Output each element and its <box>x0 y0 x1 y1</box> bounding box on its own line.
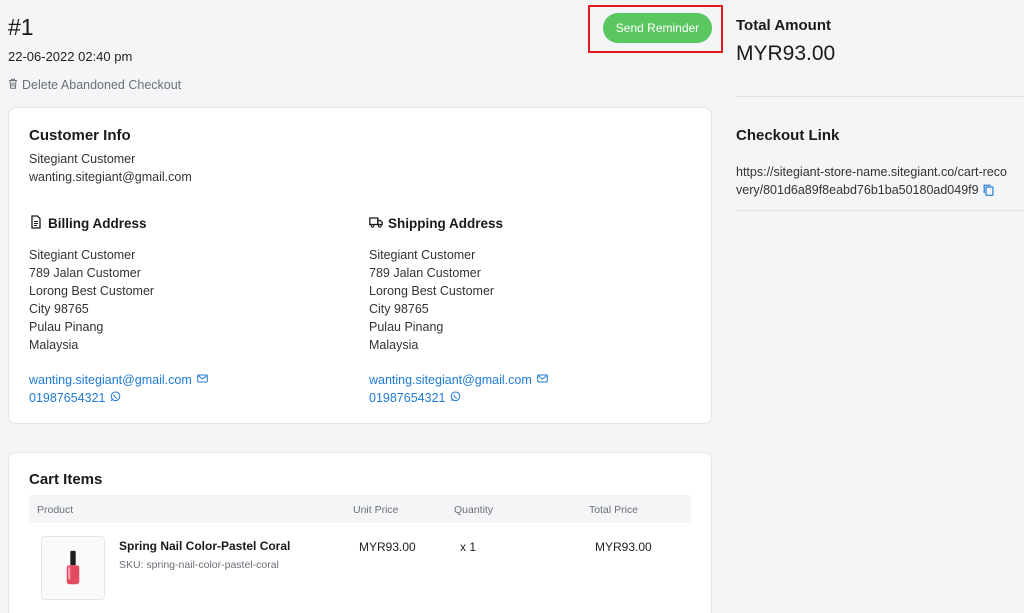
nail-polish-image <box>66 550 80 585</box>
billing-phone: 01987654321 <box>29 391 106 405</box>
column-header-quantity: Quantity <box>454 504 494 516</box>
cart-items-title: Cart Items <box>29 471 103 488</box>
main-panel: #1 22-06-2022 02:40 pm Delete Abandoned … <box>0 0 725 613</box>
product-sku: SKU: spring-nail-color-pastel-coral <box>119 559 279 571</box>
customer-info-title: Customer Info <box>29 127 131 144</box>
customer-email: wanting.sitegiant@gmail.com <box>29 170 192 184</box>
shipping-phone: 01987654321 <box>369 391 446 405</box>
column-header-total-price: Total Price <box>589 504 639 516</box>
envelope-icon <box>196 371 208 389</box>
divider <box>736 96 1024 97</box>
order-date: 22-06-2022 02:40 pm <box>8 49 133 64</box>
billing-phone-link[interactable]: 01987654321 <box>29 389 349 407</box>
billing-line: Malaysia <box>29 338 79 352</box>
billing-line: 789 Jalan Customer <box>29 266 141 280</box>
shipping-address: Shipping Address Sitegiant Customer 789 … <box>369 214 689 407</box>
envelope-icon <box>536 371 548 389</box>
delete-abandoned-checkout-link[interactable]: Delete Abandoned Checkout <box>8 78 181 92</box>
shipping-line: 789 Jalan Customer <box>369 266 481 280</box>
shipping-phone-link[interactable]: 01987654321 <box>369 389 689 407</box>
quantity: x 1 <box>460 540 477 554</box>
column-header-product: Product <box>37 504 74 516</box>
billing-address-title: Billing Address <box>48 215 147 231</box>
checkout-link-url[interactable]: https://sitegiant-store-name.sitegiant.c… <box>736 165 1007 197</box>
billing-line: Sitegiant Customer <box>29 248 136 262</box>
divider <box>736 210 1024 211</box>
column-header-unit-price: Unit Price <box>353 504 399 516</box>
whatsapp-icon <box>110 389 121 407</box>
copy-icon[interactable] <box>983 183 994 201</box>
billing-email-link[interactable]: wanting.sitegiant@gmail.com <box>29 371 349 389</box>
customer-info-card: Customer Info Sitegiant Customer wanting… <box>8 107 712 424</box>
order-id: #1 <box>8 14 34 40</box>
billing-line: City 98765 <box>29 302 89 316</box>
shipping-line: Pulau Pinang <box>369 320 444 334</box>
shipping-email-link[interactable]: wanting.sitegiant@gmail.com <box>369 371 689 389</box>
unit-price: MYR93.00 <box>359 540 416 554</box>
truck-icon <box>369 215 383 232</box>
trash-icon <box>8 78 18 92</box>
total-amount-value: MYR93.00 <box>736 42 836 65</box>
billing-line: Pulau Pinang <box>29 320 104 334</box>
summary-panel: Total Amount MYR93.00 Checkout Link http… <box>736 0 1024 613</box>
shipping-line: Lorong Best Customer <box>369 284 495 298</box>
document-icon <box>29 214 43 232</box>
shipping-line: Sitegiant Customer <box>369 248 476 262</box>
checkout-link-label: Checkout Link <box>736 127 840 144</box>
total-price: MYR93.00 <box>595 540 652 554</box>
shipping-address-title: Shipping Address <box>388 215 504 231</box>
delete-label: Delete Abandoned Checkout <box>22 78 182 92</box>
cart-items-card: Cart Items Product Unit Price Quantity T… <box>8 452 712 613</box>
shipping-email: wanting.sitegiant@gmail.com <box>369 373 532 387</box>
shipping-line: Malaysia <box>369 338 419 352</box>
billing-line: Lorong Best Customer <box>29 284 155 298</box>
shipping-line: City 98765 <box>369 302 429 316</box>
product-thumbnail <box>41 536 105 600</box>
total-amount-label: Total Amount <box>736 17 831 34</box>
send-reminder-button[interactable]: Send Reminder <box>603 13 712 43</box>
cart-table-header: Product Unit Price Quantity Total Price <box>29 495 691 523</box>
billing-email: wanting.sitegiant@gmail.com <box>29 373 192 387</box>
table-row: Spring Nail Color-Pastel Coral SKU: spri… <box>29 533 691 603</box>
checkout-link-block: https://sitegiant-store-name.sitegiant.c… <box>736 163 1011 201</box>
customer-name: Sitegiant Customer <box>29 152 136 166</box>
whatsapp-icon <box>450 389 461 407</box>
billing-address: Billing Address Sitegiant Customer 789 J… <box>29 214 349 407</box>
product-name: Spring Nail Color-Pastel Coral <box>119 539 291 553</box>
